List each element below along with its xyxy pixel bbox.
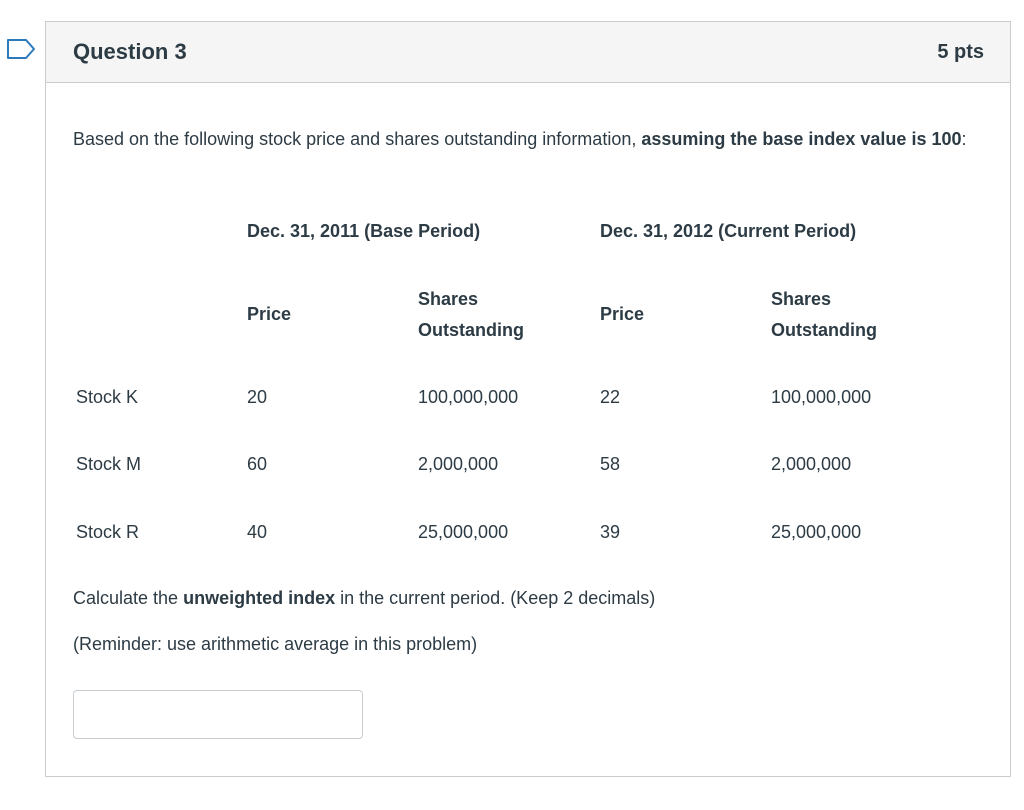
row-base-price: 20 — [247, 387, 268, 407]
question-text: Based on the following stock price and s… — [73, 124, 973, 155]
period-header-base: Dec. 31, 2011 (Base Period) — [247, 221, 481, 241]
row-cur-shares: 25,000,000 — [771, 522, 862, 542]
col-header-line2: Outstanding — [418, 320, 524, 340]
row-stock-name: Stock K — [76, 387, 139, 407]
col-header-line1: Shares — [418, 289, 479, 309]
intro-bold-text: assuming the base index value is 100 — [641, 129, 962, 149]
question-header: Question 3 5 pts — [46, 22, 1010, 83]
row-base-shares: 2,000,000 — [418, 454, 499, 474]
row-cur-price: 39 — [600, 522, 621, 542]
calc-post: in the current period. (Keep 2 decimals) — [335, 588, 656, 608]
question-title: Question 3 — [73, 39, 187, 64]
row-cur-price: 22 — [600, 387, 621, 407]
period-header-current: Dec. 31, 2012 (Current Period) — [600, 221, 857, 241]
col-header-base-shares: Shares Outstanding — [418, 284, 524, 346]
col-header-base-price: Price — [247, 304, 292, 324]
calc-pre: Calculate the — [73, 588, 184, 608]
row-base-price: 60 — [247, 454, 268, 474]
row-stock-name: Stock R — [76, 522, 140, 542]
row-base-price: 40 — [247, 522, 268, 542]
calc-bold: unweighted index — [183, 588, 336, 608]
row-cur-price: 58 — [600, 454, 621, 474]
intro-text: Based on the following stock price and s… — [73, 129, 642, 149]
row-base-shares: 100,000,000 — [418, 387, 519, 407]
col-header-cur-price: Price — [600, 304, 645, 324]
question-card: Question 3 5 pts Based on the following … — [45, 21, 1011, 777]
col-header-cur-shares: Shares Outstanding — [771, 284, 877, 346]
reminder-text: (Reminder: use arithmetic average in thi… — [73, 634, 478, 654]
question-points: 5 pts — [937, 41, 984, 63]
calculation-instruction: Calculate the unweighted index in the cu… — [73, 583, 655, 614]
intro-end: : — [961, 129, 967, 149]
bookmark-icon[interactable] — [6, 38, 36, 60]
row-stock-name: Stock M — [76, 454, 142, 474]
col-header-line1: Shares — [771, 289, 832, 309]
row-cur-shares: 2,000,000 — [771, 454, 852, 474]
row-cur-shares: 100,000,000 — [771, 387, 872, 407]
col-header-line2: Outstanding — [771, 320, 877, 340]
answer-input[interactable] — [73, 690, 363, 739]
row-base-shares: 25,000,000 — [418, 522, 509, 542]
